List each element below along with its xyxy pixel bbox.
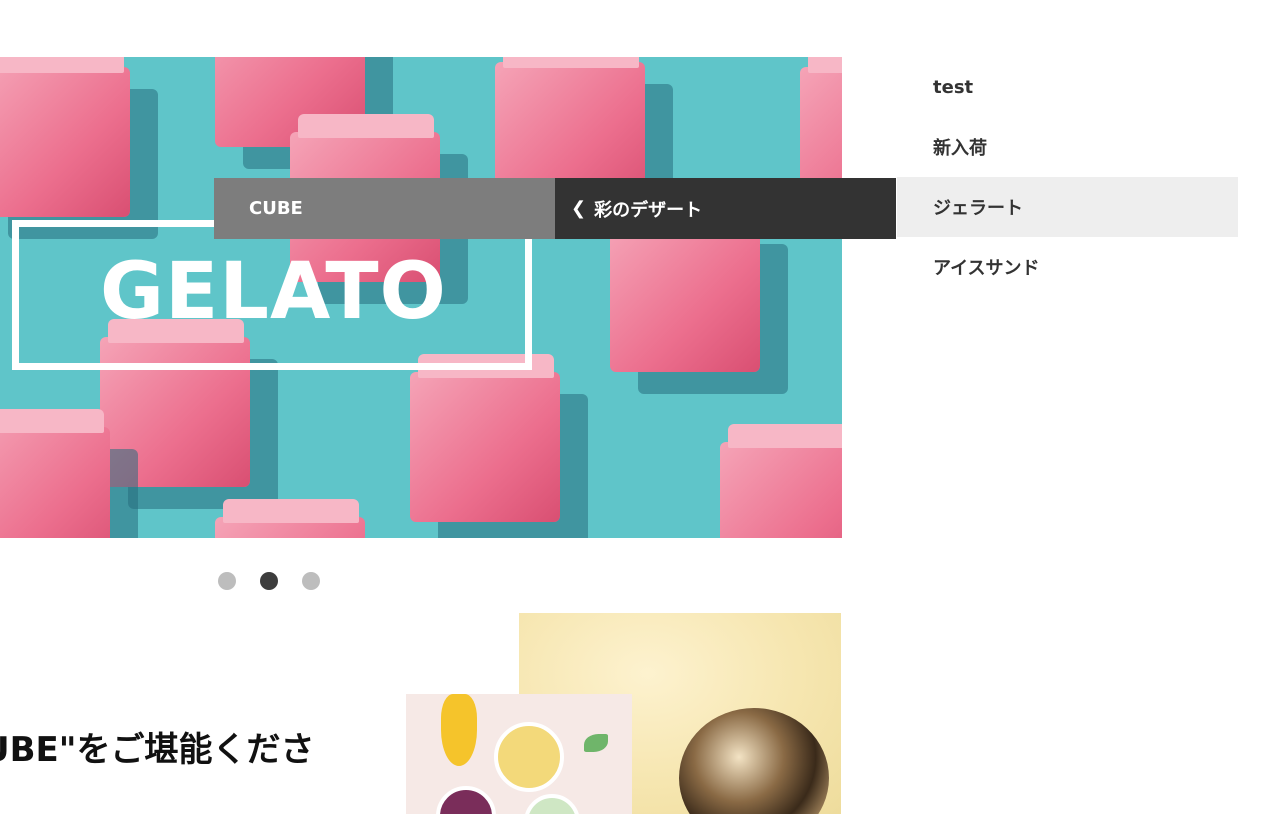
bowl-image (436, 786, 496, 814)
slider-dot-active[interactable] (260, 572, 278, 590)
bowl-image (524, 794, 580, 814)
menu-item-label: アイスサンド (933, 258, 1040, 279)
chevron-left-icon: ❮ (571, 198, 587, 219)
gelato-cube-image (610, 204, 760, 372)
gelato-cube-image (720, 424, 842, 538)
breadcrumb-current-label: 彩のデザート (594, 199, 703, 221)
gelato-cube-image (410, 354, 560, 522)
gelato-cube-image (0, 57, 130, 217)
page: GELATO CUBE ❮ 彩のデザート test 新入荷 ジェラート アイスサ… (0, 0, 1268, 814)
menu-item-label: 新入荷 (933, 138, 987, 159)
mango-image (441, 694, 477, 766)
menu-item-gelato[interactable]: ジェラート (897, 177, 1238, 237)
menu-item-new-arrivals[interactable]: 新入荷 (897, 117, 1238, 177)
banner-title: GELATO (100, 247, 447, 337)
hero-slider[interactable]: GELATO (0, 57, 842, 538)
spoon-image (679, 708, 829, 814)
gelato-cube-image (0, 409, 110, 538)
menu-item-label: test (933, 76, 974, 98)
dessert-bowls-photo (406, 694, 632, 814)
mint-leaf-image (584, 734, 608, 752)
breadcrumb-root-link[interactable]: CUBE (214, 178, 555, 239)
slider-dot[interactable] (302, 572, 320, 590)
bowl-image (494, 722, 564, 792)
slider-pagination (218, 572, 320, 590)
slider-dot[interactable] (218, 572, 236, 590)
section-tagline: UBE"をご堪能くださ (0, 730, 315, 770)
gelato-cube-image (215, 499, 365, 538)
menu-item-ice-sandwich[interactable]: アイスサンド (897, 237, 1238, 297)
breadcrumb: CUBE ❮ 彩のデザート (214, 178, 896, 239)
breadcrumb-current[interactable]: ❮ 彩のデザート (555, 178, 896, 239)
menu-item-label: ジェラート (933, 198, 1023, 219)
menu-item-test[interactable]: test (897, 57, 1238, 117)
category-menu: test 新入荷 ジェラート アイスサンド (897, 57, 1238, 297)
breadcrumb-root-label: CUBE (249, 198, 303, 219)
